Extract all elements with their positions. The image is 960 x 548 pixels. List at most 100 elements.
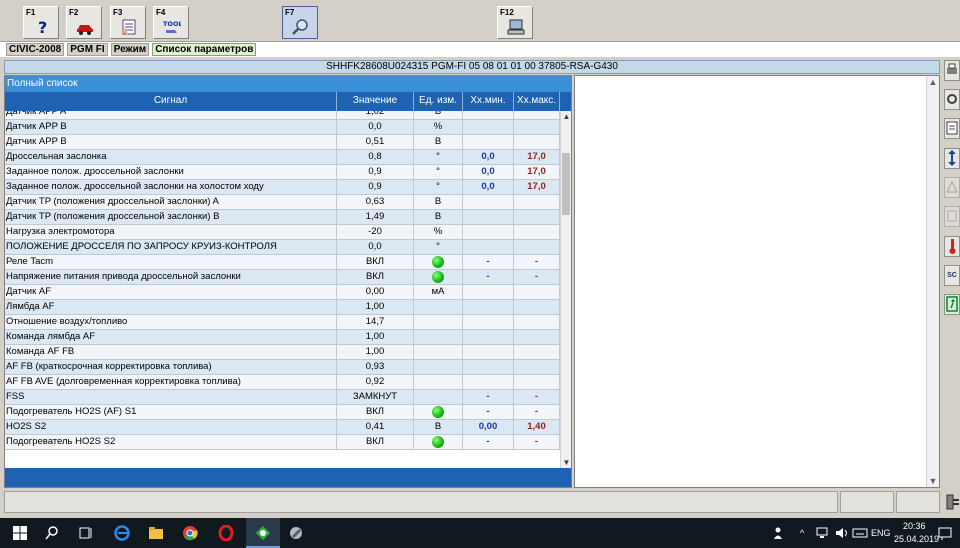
list-icon[interactable] (944, 118, 960, 139)
settings-icon[interactable] (944, 89, 960, 110)
exit-icon[interactable] (944, 294, 960, 315)
breadcrumb-system[interactable]: PGM FI (67, 43, 108, 56)
notification-icon[interactable] (937, 525, 953, 541)
signal-value: 0,9 (337, 180, 414, 194)
windows-start-icon[interactable] (12, 525, 28, 541)
f12-computer-button[interactable]: F12 (497, 6, 533, 39)
table-row[interactable]: Отношение воздух/топливо 14,7 (5, 315, 560, 330)
f3-label: F3 (113, 8, 123, 17)
signal-value: 1,02 (337, 111, 414, 119)
breadcrumb-mode[interactable]: Режим (110, 43, 150, 56)
table-row[interactable]: Датчик APP A 1,02 В (5, 111, 560, 120)
table-row[interactable]: Датчик TP (положения дроссельной заслонк… (5, 210, 560, 225)
f7-inspect-button[interactable]: F7 (282, 6, 318, 39)
signal-value: ВКЛ (337, 255, 414, 269)
side-toolbar: SC (942, 60, 960, 320)
speaker-icon[interactable] (834, 525, 850, 541)
signal-unit: В (414, 135, 463, 149)
clock-date[interactable]: 25.04.2019 (894, 534, 939, 544)
f1-help-button[interactable]: F1 ? (23, 6, 59, 39)
table-row[interactable]: AF FB (краткосрочная корректировка топли… (5, 360, 560, 375)
scroll-up-icon[interactable]: ▲ (927, 76, 939, 88)
table-row[interactable]: Реле Tacm ВКЛ - - (5, 255, 560, 270)
signal-name: Датчик APP A (5, 111, 337, 119)
idle-max (514, 210, 560, 224)
table-row[interactable]: Подогреватель HO2S (AF) S1 ВКЛ - - (5, 405, 560, 420)
status-on-indicator-icon (432, 256, 444, 268)
function-key-toolbar: F1 ? F2 F3 F4 TOOL F7 F12 (0, 0, 960, 42)
scroll-down-icon[interactable]: ▼ (927, 475, 939, 487)
table-row[interactable]: HO2S S2 0,41 В 0,00 1,40 (5, 420, 560, 435)
chrome-icon[interactable] (182, 525, 198, 541)
table-row[interactable]: Команда AF FB 1,00 (5, 345, 560, 360)
idle-min (463, 195, 514, 209)
table-row[interactable]: Датчик AF 0,00 мА (5, 285, 560, 300)
idle-max (514, 120, 560, 134)
column-min[interactable]: Хх.мин. (463, 92, 514, 111)
table-row[interactable]: Команда лямбда AF 1,00 (5, 330, 560, 345)
scroll-down-icon[interactable]: ▼ (561, 457, 572, 468)
list-scrollbar[interactable]: ▲ ▼ (560, 111, 571, 468)
signal-name: HO2S S2 (5, 420, 337, 434)
f4-tool-button[interactable]: F4 TOOL (153, 6, 189, 39)
sort-icon[interactable] (944, 148, 960, 169)
breadcrumb: CIVIC-2008 PGM FI Режим Список параметро… (0, 42, 960, 57)
table-row[interactable]: Заданное полож. дроссельной заслонки на … (5, 180, 560, 195)
search-icon[interactable] (44, 525, 60, 541)
idle-max (514, 360, 560, 374)
signal-unit (414, 405, 463, 419)
thermometer-icon[interactable] (944, 236, 960, 257)
diagnostic-app-icon[interactable] (288, 525, 304, 541)
signal-unit: ° (414, 240, 463, 254)
table-row[interactable]: Заданное полож. дроссельной заслонки 0,9 °… (5, 165, 560, 180)
opera-icon[interactable] (218, 525, 234, 541)
table-row[interactable]: Напряжение питания привода дроссельной з… (5, 270, 560, 285)
idle-max (514, 285, 560, 299)
task-view-icon[interactable] (78, 525, 94, 541)
table-row[interactable]: AF FB AVE (долговременная корректировка … (5, 375, 560, 390)
breadcrumb-model[interactable]: CIVIC-2008 (6, 43, 65, 56)
graph-scrollbar[interactable]: ▲ ▼ (926, 76, 939, 487)
list-title: Полный список (5, 76, 571, 92)
table-row[interactable]: Датчик APP B 0,51 В (5, 135, 560, 150)
idle-max (514, 135, 560, 149)
idle-max (514, 111, 560, 119)
column-value[interactable]: Значение (337, 92, 414, 111)
status-bar (0, 489, 960, 517)
f7-label: F7 (285, 8, 295, 17)
table-row[interactable]: Нагрузка электромотора -20% (5, 225, 560, 240)
scroll-up-icon[interactable]: ▲ (561, 111, 572, 122)
f2-car-button[interactable]: F2 (66, 6, 102, 39)
f3-data-list-button[interactable]: F3 (110, 6, 146, 39)
people-icon[interactable] (772, 525, 788, 541)
language-indicator[interactable]: ENG (871, 528, 891, 538)
signal-value: 0,92 (337, 375, 414, 389)
scroll-thumb[interactable] (562, 153, 570, 215)
edge-browser-icon[interactable] (114, 525, 130, 541)
printer-icon[interactable] (944, 60, 960, 81)
active-app-tab[interactable] (246, 518, 280, 548)
table-row[interactable]: Лямбда AF 1,00 (5, 300, 560, 315)
tray-chevron-icon[interactable]: ^ (800, 528, 804, 538)
magnifier-icon (292, 19, 308, 35)
table-row[interactable]: Дроссельная заслонка 0,8 ° 0,0 17,0 (5, 150, 560, 165)
table-row[interactable]: Подогреватель HO2S S2 ВКЛ - - (5, 435, 560, 450)
file-explorer-icon[interactable] (148, 525, 164, 541)
column-signal[interactable]: Сигнал (5, 92, 337, 111)
clock-time[interactable]: 20:36 (903, 521, 926, 531)
table-row[interactable]: Датчик APP B 0,0% (5, 120, 560, 135)
keyboard-icon[interactable] (852, 525, 868, 541)
column-max[interactable]: Хх.макс. (514, 92, 560, 111)
idle-min (463, 315, 514, 329)
signal-value: -20 (337, 225, 414, 239)
column-unit[interactable]: Ед. изм. (414, 92, 463, 111)
table-row[interactable]: FSS ЗАМКНУТ - - (5, 390, 560, 405)
status-on-indicator-icon (432, 436, 444, 448)
network-icon[interactable] (814, 525, 830, 541)
table-row[interactable]: Датчик TP (положения дроссельной заслонк… (5, 195, 560, 210)
table-row[interactable]: ПОЛОЖЕНИЕ ДРОССЕЛЯ ПО ЗАПРОСУ КРУИЗ-КОНТ… (5, 240, 560, 255)
idle-min (463, 285, 514, 299)
signal-value: 0,0 (337, 240, 414, 254)
idle-max: 1,40 (514, 420, 560, 434)
scan-icon[interactable]: SC (944, 265, 960, 286)
